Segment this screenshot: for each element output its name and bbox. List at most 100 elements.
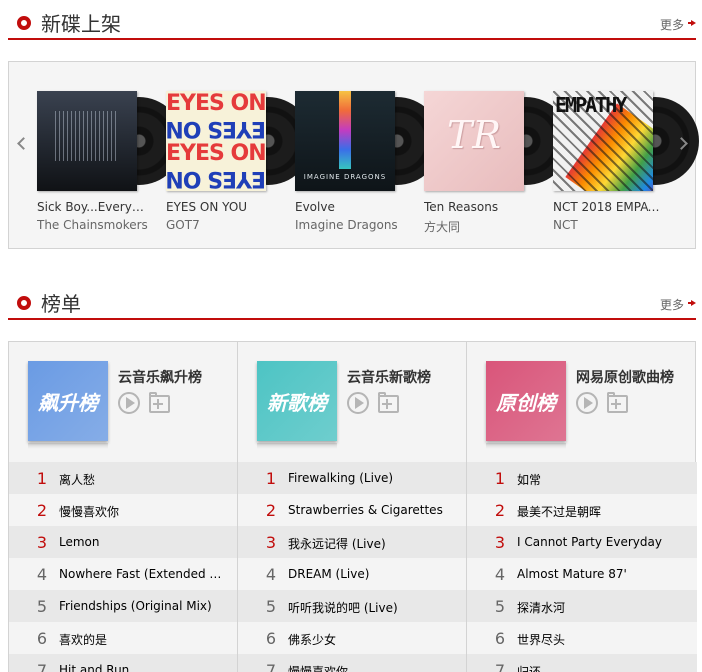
song-rank: 7 [265,661,277,672]
chart-song-row[interactable]: 1 离人愁 [9,462,237,494]
song-title-link[interactable]: 如常 [517,471,685,488]
chart-song-row[interactable]: 3 我永远记得 (Live) [238,526,466,558]
song-rank: 5 [36,597,48,616]
play-all-button[interactable] [118,392,140,414]
cover-text: EYES ON YOU [166,141,266,166]
album-artist[interactable]: NCT [553,218,665,232]
arrow-right-icon[interactable] [688,19,696,27]
song-title-link[interactable]: 慢慢喜欢你 [59,503,227,520]
play-all-button[interactable] [347,392,369,414]
chart-song-row[interactable]: 1 Firewalking (Live) [238,462,466,494]
song-title-link[interactable]: 离人愁 [59,471,227,488]
chart-header: 飙升榜 云音乐飙升榜 [9,342,237,462]
album-name[interactable]: Ten Reasons [424,200,536,214]
chart-song-row[interactable]: 6 喜欢的是 [9,622,237,654]
folder-plus-icon [378,392,386,396]
album-artist[interactable]: The Chainsmokers [37,218,149,232]
chart-title[interactable]: 网易原创歌曲榜 [576,367,674,387]
album-name[interactable]: Evolve [295,200,407,214]
album-cover[interactable]: EYES ON YOU EYES ON YOU EYES ON YOU EYES… [166,91,266,191]
song-title-link[interactable]: Strawberries & Cigarettes [288,503,456,517]
play-all-button[interactable] [576,392,598,414]
album-name[interactable]: EYES ON YOU [166,200,278,214]
add-to-favorites-button[interactable] [149,392,170,413]
song-rank: 7 [36,661,48,672]
chart-column: 飙升榜 云音乐飙升榜 1 离人愁 2 慢慢喜欢你 3 Lemon 4 Nowhere Fast (… [9,342,238,672]
song-title-link[interactable]: Lemon [59,535,227,549]
new-albums-title[interactable]: 新碟上架 [41,8,121,37]
song-title-link[interactable]: Friendships (Original Mix) [59,599,227,613]
song-title-link[interactable]: 探清水河 [517,599,685,616]
song-title-link[interactable]: 最美不过是朝晖 [517,503,685,520]
song-rank: 6 [265,629,277,648]
album-name[interactable]: Sick Boy...Everybody Hates Me [37,200,149,214]
song-title-link[interactable]: 喜欢的是 [59,631,227,648]
album-artist[interactable]: GOT7 [166,218,278,232]
chart-song-row[interactable]: 4 Nowhere Fast (Extended Version) [9,558,237,590]
carousel-next-button[interactable] [675,135,689,153]
carousel-prev-button[interactable] [15,135,30,153]
chart-song-row[interactable]: 5 探清水河 [467,590,697,622]
charts-header: 榜单 更多 [8,286,696,320]
chart-song-row[interactable]: 4 Almost Mature 87' [467,558,697,590]
song-rank: 4 [265,565,277,584]
album-item[interactable]: IMAGINE DRAGONS Evolve Imagine Dragons [295,91,441,241]
chart-song-row[interactable]: 2 Strawberries & Cigarettes [238,494,466,526]
chart-song-row[interactable]: 2 慢慢喜欢你 [9,494,237,526]
chart-header: 新歌榜 云音乐新歌榜 [238,342,466,462]
song-title-link[interactable]: 慢慢喜欢你 [288,663,456,672]
song-title-link[interactable]: Hit and Run [59,663,227,672]
album-cover[interactable]: IMAGINE DRAGONS [295,91,395,191]
song-rank: 5 [265,597,277,616]
song-title-link[interactable]: Firewalking (Live) [288,471,456,485]
song-rank: 4 [494,565,506,584]
chart-song-row[interactable]: 5 Friendships (Original Mix) [9,590,237,622]
chart-song-row[interactable]: 7 Hit and Run [9,654,237,672]
song-title-link[interactable]: 佛系少女 [288,631,456,648]
song-title-link[interactable]: 我永远记得 (Live) [288,535,456,552]
album-cover[interactable]: TR [424,91,524,191]
album-item[interactable]: TR Ten Reasons 方大同 [424,91,570,241]
add-to-favorites-button[interactable] [607,392,628,413]
chart-title[interactable]: 云音乐新歌榜 [347,367,431,387]
new-albums-more-link[interactable]: 更多 [660,16,684,33]
chart-song-row[interactable]: 3 I Cannot Party Everyday [467,526,697,558]
song-title-link[interactable]: I Cannot Party Everyday [517,535,685,549]
cover-text: EYES ON YOU [166,166,266,191]
song-title-link[interactable]: 归还 [517,663,685,672]
chart-song-row[interactable]: 7 归还 [467,654,697,672]
chart-song-row[interactable]: 2 最美不过是朝晖 [467,494,697,526]
album-cover[interactable]: EMPATHY [553,91,653,191]
chart-cover[interactable]: 飙升榜 [28,361,108,449]
charts-more-link[interactable]: 更多 [660,296,684,313]
chart-cover[interactable]: 新歌榜 [257,361,337,449]
song-rank: 6 [36,629,48,648]
album-item[interactable]: EMPATHY NCT 2018 EMPATHY NCT [553,91,699,241]
chart-song-row[interactable]: 5 听听我说的吧 (Live) [238,590,466,622]
album-artist[interactable]: Imagine Dragons [295,218,407,232]
new-albums-header: 新碟上架 更多 [8,6,696,40]
chart-title[interactable]: 云音乐飙升榜 [118,367,202,387]
album-name[interactable]: NCT 2018 EMPATHY [553,200,665,214]
album-item[interactable]: Sick Boy...Everybody Hates Me The Chains… [37,91,183,241]
chart-song-row[interactable]: 7 慢慢喜欢你 [238,654,466,672]
song-title-link[interactable]: 听听我说的吧 (Live) [288,599,456,616]
song-title-link[interactable]: Nowhere Fast (Extended Version) [59,567,227,581]
chart-song-row[interactable]: 1 如常 [467,462,697,494]
chart-song-row[interactable]: 6 世界尽头 [467,622,697,654]
chart-song-row[interactable]: 6 佛系少女 [238,622,466,654]
chart-song-row[interactable]: 4 DREAM (Live) [238,558,466,590]
album-artist[interactable]: 方大同 [424,218,536,235]
chart-song-row[interactable]: 3 Lemon [9,526,237,558]
song-title-link[interactable]: 世界尽头 [517,631,685,648]
arrow-right-icon[interactable] [688,299,696,307]
album-item[interactable]: EYES ON YOU EYES ON YOU EYES ON YOU EYES… [166,91,312,241]
chart-column: 原创榜 网易原创歌曲榜 1 如常 2 最美不过是朝晖 3 I Cannot Party Eve… [467,342,697,672]
add-to-favorites-button[interactable] [378,392,399,413]
charts-title[interactable]: 榜单 [41,288,81,317]
album-cover[interactable] [37,91,137,191]
song-rank: 4 [36,565,48,584]
song-title-link[interactable]: Almost Mature 87' [517,567,685,581]
chart-cover[interactable]: 原创榜 [486,361,566,449]
song-title-link[interactable]: DREAM (Live) [288,567,456,581]
